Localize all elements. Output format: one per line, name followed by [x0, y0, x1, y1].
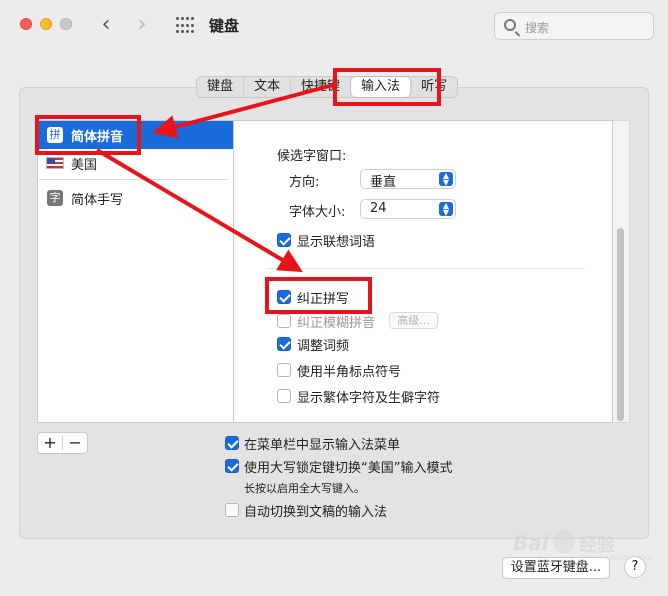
- arrow-to-pinyin: [152, 82, 338, 139]
- arrow-to-correct-spelling: [95, 148, 303, 273]
- annotation-arrows: [95, 82, 338, 273]
